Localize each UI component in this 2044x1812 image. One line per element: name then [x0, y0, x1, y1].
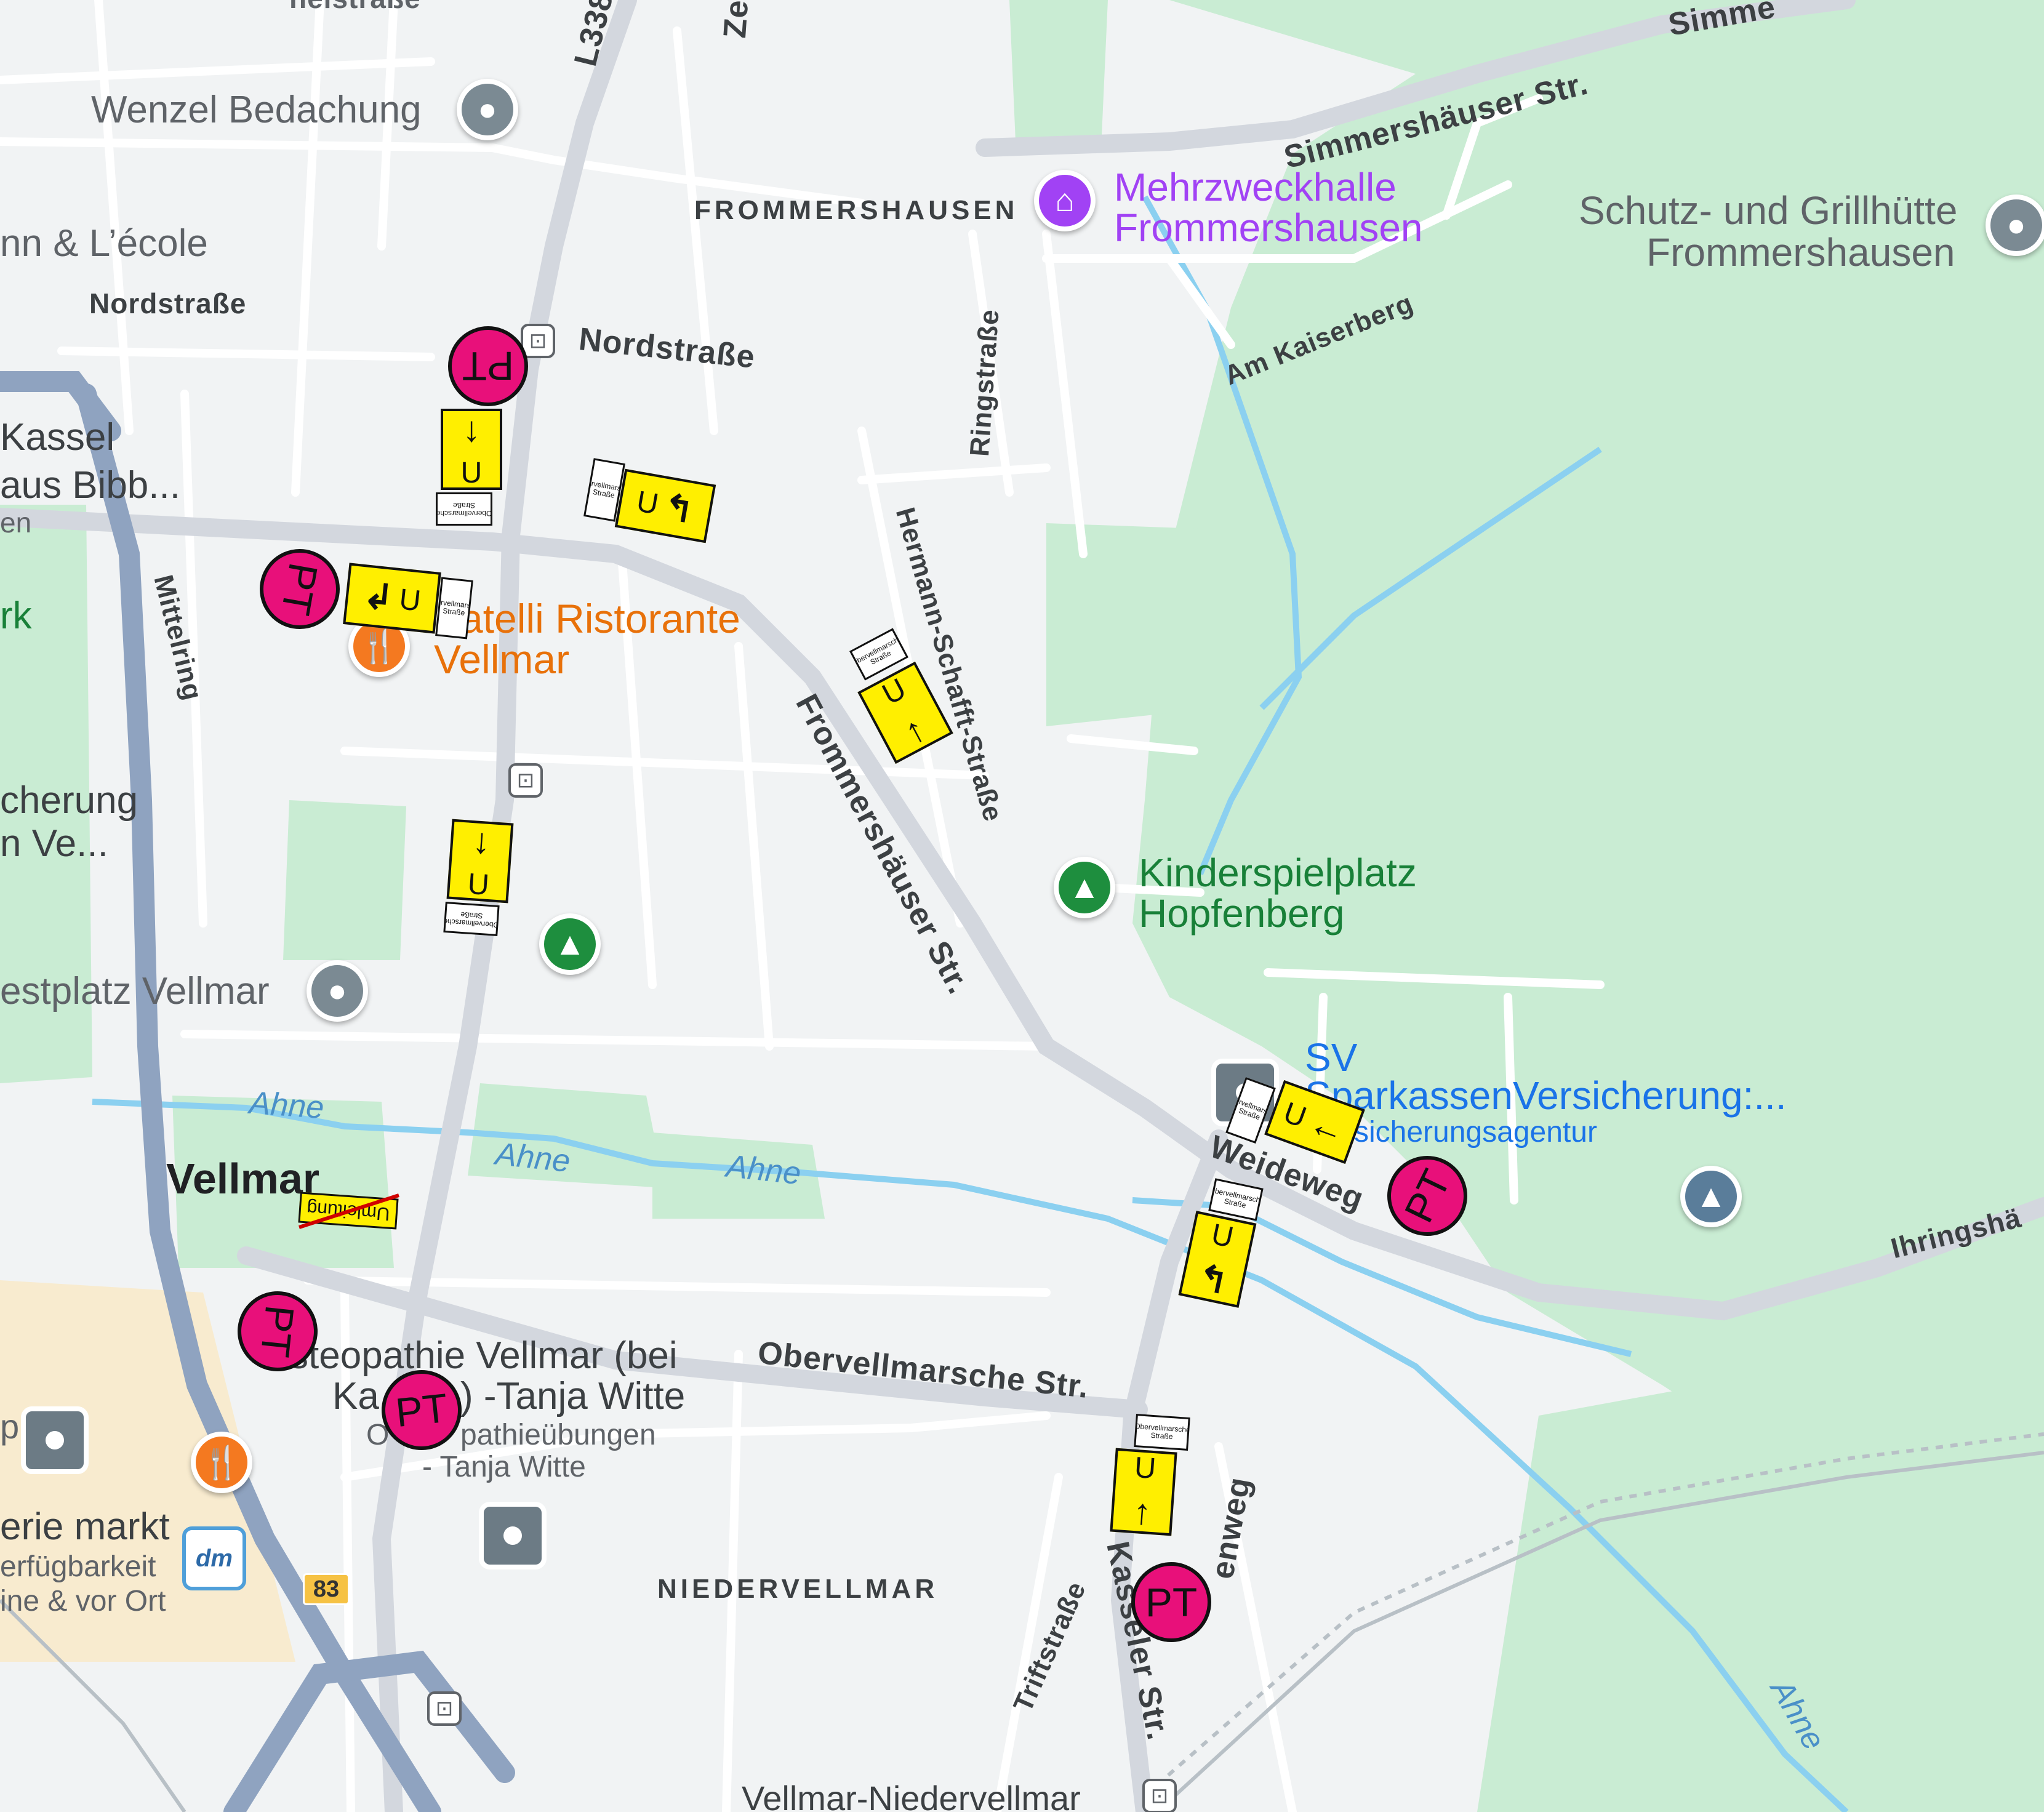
- pin-icon-forest-hut[interactable]: ▲: [1680, 1166, 1742, 1227]
- pt-marker-6[interactable]: PT: [1131, 1562, 1211, 1642]
- place-osteopathie-3b: pathieübungen: [460, 1419, 656, 1451]
- place-ristorante[interactable]: atelli Ristorante: [460, 598, 740, 639]
- place-sv-2[interactable]: SparkassenVersicherung:...: [1305, 1076, 1787, 1115]
- detour-end-strike: [299, 1193, 399, 1229]
- place-kassel-2[interactable]: aus Bibb...: [0, 467, 180, 505]
- place-kassel[interactable]: Kassel: [0, 419, 114, 457]
- pin-icon-campsite[interactable]: ▲: [539, 913, 601, 975]
- place-schutz-grillhuette-2[interactable]: Frommershausen: [1646, 233, 1955, 272]
- river-label-2: Ahne: [494, 1136, 572, 1180]
- place-park: rk: [0, 595, 32, 637]
- detour-sign-5[interactable]: ↓ U: [446, 819, 514, 904]
- street-plate-1: Obervellmarsche Straße: [436, 492, 492, 526]
- pin-icon-restaurant-south[interactable]: 🍴: [191, 1432, 252, 1493]
- detour-sign-3[interactable]: ↲ U: [343, 563, 441, 634]
- place-ristorante-2[interactable]: Vellmar: [434, 639, 569, 680]
- place-markt-3: ine & vor Ort: [0, 1585, 166, 1618]
- place-kassel-3: en: [0, 507, 32, 539]
- pt-marker-1[interactable]: PT: [448, 326, 528, 406]
- street-label-nordstrasse-west: Nordstraße: [89, 287, 247, 319]
- river-label-1: Ahne: [248, 1084, 326, 1126]
- place-mehrzweckhalle[interactable]: Mehrzweckhalle: [1114, 167, 1397, 207]
- place-osteopathie-2b[interactable]: ) -Tanja Witte: [460, 1377, 685, 1416]
- meadow-area: [1009, 0, 1108, 142]
- pin-icon-schutzhuette[interactable]: ●: [1986, 194, 2044, 256]
- pin-icon-kinderspielplatz[interactable]: ▲: [1054, 857, 1115, 918]
- place-sicherung-2[interactable]: n Ve...: [0, 825, 108, 863]
- place-markt-2: erfügbarkeit: [0, 1550, 156, 1583]
- tram-stop-icon-4[interactable]: ⊡: [1142, 1779, 1177, 1812]
- tram-stop-icon-3[interactable]: ⊡: [427, 1691, 462, 1726]
- place-sv-3: sicherungsagentur: [1354, 1116, 1597, 1149]
- place-osteopathie-2a[interactable]: Ka: [332, 1377, 379, 1416]
- tram-stop-icon-2[interactable]: ⊡: [508, 763, 543, 798]
- street-plate-3: Obervellmarsche Straße: [435, 577, 473, 639]
- street-plate-5: Obervellmarsche Straße: [443, 901, 500, 937]
- place-kinderspielplatz[interactable]: Kinderspielplatz: [1139, 853, 1417, 892]
- place-mehrzweckhalle-2[interactable]: Frommershausen: [1114, 208, 1423, 247]
- place-station[interactable]: Vellmar-Niedervellmar: [742, 1781, 1081, 1812]
- district-frommershausen: FROMMERSHAUSEN: [694, 195, 1019, 225]
- detour-sign-1[interactable]: ↓ U: [441, 409, 502, 490]
- place-kinderspielplatz-2[interactable]: Hopfenberg: [1139, 894, 1344, 933]
- pin-icon-mehrzweckhalle[interactable]: ⌂: [1034, 170, 1096, 231]
- place-sicherung[interactable]: cherung: [0, 782, 138, 820]
- square-icon-left[interactable]: [21, 1406, 89, 1474]
- river-label-3: Ahne: [724, 1148, 803, 1192]
- place-sv[interactable]: SV: [1305, 1038, 1357, 1077]
- place-festplatz[interactable]: estplatz Vellmar: [0, 972, 270, 1011]
- road-shield-83: 83: [303, 1573, 350, 1605]
- street-label-ze: Ze: [717, 0, 756, 39]
- map-canvas[interactable]: L3386 Nordstraße Nordstraße Simmershäuse…: [0, 0, 2044, 1812]
- place-markt[interactable]: erie markt: [0, 1508, 170, 1546]
- square-icon-south[interactable]: [479, 1502, 547, 1569]
- street-label-top-clip: nelstraße: [289, 0, 421, 12]
- pin-icon-festplatz[interactable]: ●: [307, 960, 368, 1022]
- green-patch: [283, 800, 406, 960]
- district-niedervellmar: NIEDERVELLMAR: [657, 1574, 939, 1604]
- dm-logo-icon[interactable]: dm: [182, 1526, 246, 1590]
- place-lecole[interactable]: nn & L’école: [0, 225, 208, 263]
- pin-icon-wenzel[interactable]: ●: [457, 79, 518, 140]
- park-area: [1046, 523, 1219, 726]
- place-osteopathie-4: - Tanja Witte: [422, 1451, 586, 1483]
- place-wenzel-bedachung[interactable]: Wenzel Bedachung: [91, 91, 422, 129]
- place-p-left: p: [0, 1407, 20, 1446]
- detour-sign-8[interactable]: U ↑: [1110, 1448, 1177, 1536]
- place-schutz-grillhuette[interactable]: Schutz- und Grillhütte: [1579, 191, 1957, 230]
- street-plate-8: Obervellmarsche Straße: [1134, 1413, 1190, 1451]
- place-osteopathie[interactable]: steopathie Vellmar (bei: [289, 1337, 678, 1375]
- south-east-green: [1477, 1323, 2044, 1812]
